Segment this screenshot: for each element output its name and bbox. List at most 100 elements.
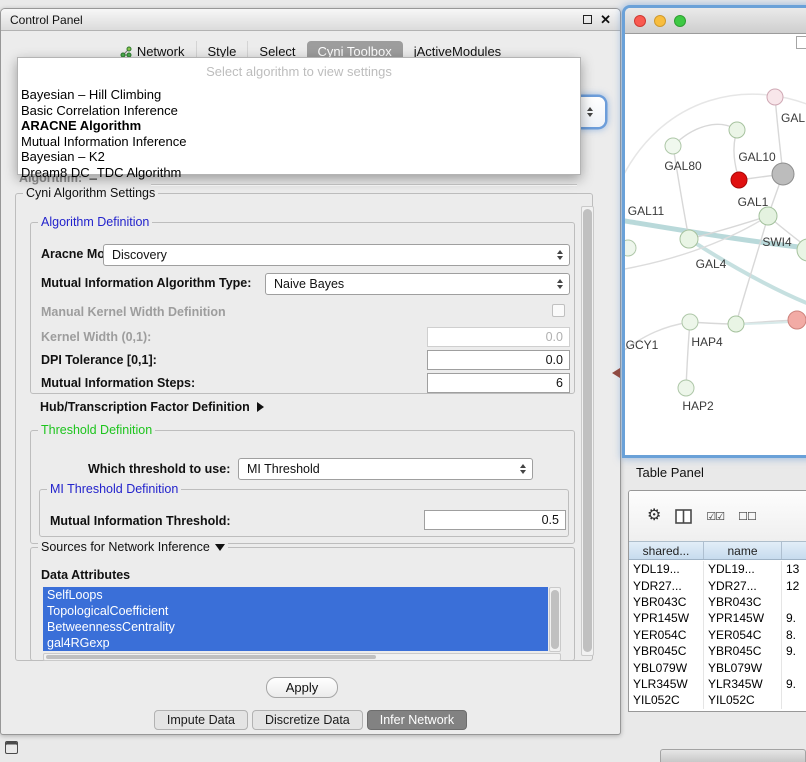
table-row[interactable]: YER054CYER054C8. bbox=[629, 627, 806, 643]
network-node[interactable] bbox=[680, 230, 698, 248]
network-edge[interactable] bbox=[686, 322, 690, 388]
table-row[interactable]: YBR045CYBR045C9. bbox=[629, 643, 806, 659]
table-panel-window: ⚙ ☑☑ ☐☐ shared... name YDL19...YDL19...1… bbox=[628, 490, 806, 712]
column-selector-icon[interactable] bbox=[675, 509, 692, 524]
network-view-window: GALGAL80GAL10GAL11GAL1SWI4GAL4GCY1HAP4HA… bbox=[625, 8, 806, 455]
network-node[interactable] bbox=[767, 89, 783, 105]
attribute-list-item[interactable]: gal4RGexp bbox=[43, 635, 548, 651]
manual-kernel-checkbox[interactable] bbox=[552, 304, 565, 317]
attributes-vertical-scrollbar[interactable] bbox=[549, 587, 561, 652]
algorithm-option[interactable]: ARACNE Algorithm bbox=[18, 118, 580, 134]
kernel-width-field[interactable]: 0.0 bbox=[427, 327, 570, 347]
network-edge[interactable] bbox=[775, 97, 783, 174]
algorithm-option[interactable]: Bayesian – Hill Climbing bbox=[18, 87, 580, 103]
column-header-extra[interactable] bbox=[782, 542, 806, 559]
settings-scrollbar[interactable] bbox=[581, 206, 594, 656]
attribute-list-item[interactable]: SelfLoops bbox=[43, 587, 548, 603]
desktop: Control Panel ✕ Network Style Select Cyn… bbox=[0, 0, 806, 762]
network-edge[interactable] bbox=[673, 124, 737, 146]
minimize-traffic-light[interactable] bbox=[654, 15, 666, 27]
dpi-tolerance-field[interactable]: 0.0 bbox=[427, 350, 570, 370]
network-node[interactable] bbox=[665, 138, 681, 154]
attributes-horizontal-scrollbar[interactable] bbox=[43, 653, 561, 661]
table-row[interactable]: YBR043CYBR043C bbox=[629, 594, 806, 610]
column-header-shared-name[interactable]: shared... bbox=[629, 542, 704, 559]
mi-algorithm-type-combobox[interactable]: Naive Bayes bbox=[265, 273, 570, 295]
tab-discretize-data[interactable]: Discretize Data bbox=[252, 710, 363, 730]
network-node-label: HAP2 bbox=[682, 399, 714, 413]
algorithm-dropdown-popup: Select algorithm to view settings Bayesi… bbox=[17, 57, 581, 175]
network-node[interactable] bbox=[788, 311, 806, 329]
hub-tf-section-toggle[interactable]: Hub/Transcription Factor Definition bbox=[40, 400, 264, 414]
table-cell: 13 bbox=[782, 561, 806, 577]
table-row[interactable]: YPR145WYPR145W9. bbox=[629, 610, 806, 626]
table-cell: YBR045C bbox=[629, 643, 704, 659]
canvas-scrollbar-button[interactable] bbox=[796, 36, 806, 49]
table-row[interactable]: YIL052CYIL052C bbox=[629, 692, 806, 708]
algorithm-option[interactable]: Mutual Information Inference bbox=[18, 134, 580, 150]
float-window-icon[interactable] bbox=[583, 15, 592, 24]
network-node[interactable] bbox=[625, 240, 636, 256]
algorithm-option[interactable]: Basic Correlation Inference bbox=[18, 103, 580, 119]
collapsed-panel-strip[interactable] bbox=[660, 749, 806, 762]
network-edge[interactable] bbox=[689, 239, 806, 310]
combobox-arrows-icon bbox=[587, 107, 593, 117]
network-node[interactable] bbox=[731, 172, 747, 188]
settings-gear-icon[interactable]: ⚙ bbox=[647, 508, 661, 524]
table-cell: YDL19... bbox=[629, 561, 704, 577]
control-panel-titlebar[interactable]: Control Panel ✕ bbox=[1, 9, 620, 31]
attribute-list-item[interactable]: BetweennessCentrality bbox=[43, 619, 548, 635]
tab-infer-network[interactable]: Infer Network bbox=[367, 710, 467, 730]
network-node[interactable] bbox=[759, 207, 777, 225]
network-node[interactable] bbox=[772, 163, 794, 185]
which-threshold-label: Which threshold to use: bbox=[88, 462, 230, 476]
table-row[interactable]: YLR345WYLR345W9. bbox=[629, 676, 806, 692]
table-row[interactable]: YBL079WYBL079W bbox=[629, 659, 806, 675]
field-value: 0.5 bbox=[542, 513, 559, 527]
table-cell: YER054C bbox=[704, 627, 782, 643]
tab-impute-data[interactable]: Impute Data bbox=[154, 710, 248, 730]
table-cell: YBR045C bbox=[704, 643, 782, 659]
table-cell: YDR27... bbox=[629, 577, 704, 593]
close-traffic-light[interactable] bbox=[634, 15, 646, 27]
select-all-icon[interactable]: ☑☑ bbox=[706, 510, 724, 523]
close-window-icon[interactable]: ✕ bbox=[600, 13, 611, 26]
data-attributes-label: Data Attributes bbox=[41, 568, 130, 582]
network-node[interactable] bbox=[678, 380, 694, 396]
table-cell: 9. bbox=[782, 610, 806, 626]
network-node[interactable] bbox=[682, 314, 698, 330]
table-cell bbox=[782, 594, 806, 610]
network-node-label: GCY1 bbox=[626, 338, 659, 352]
table-cell: YIL052C bbox=[629, 692, 704, 708]
attribute-list-item[interactable]: TopologicalCoefficient bbox=[43, 603, 548, 619]
collapsed-arrow-icon bbox=[257, 402, 264, 412]
mi-threshold-field[interactable]: 0.5 bbox=[424, 510, 566, 530]
table-panel-title: Table Panel bbox=[636, 465, 704, 480]
network-node[interactable] bbox=[797, 239, 806, 261]
table-cell: YBR043C bbox=[629, 594, 704, 610]
deselect-all-icon[interactable]: ☐☐ bbox=[738, 510, 756, 523]
apply-button[interactable]: Apply bbox=[266, 677, 338, 698]
network-node[interactable] bbox=[729, 122, 745, 138]
panel-splitter-handle[interactable] bbox=[612, 368, 620, 378]
algorithm-option[interactable]: Dream8 DC_TDC Algorithm bbox=[18, 165, 580, 181]
sources-group-title[interactable]: Sources for Network Inference bbox=[38, 540, 228, 554]
table-header-row: shared... name bbox=[629, 541, 806, 560]
table-row[interactable]: YDR27...YDR27...12 bbox=[629, 577, 806, 593]
aracne-mode-combobox[interactable]: Discovery bbox=[103, 244, 570, 266]
which-threshold-combobox[interactable]: MI Threshold bbox=[238, 458, 533, 480]
column-header-name[interactable]: name bbox=[704, 542, 782, 559]
sources-group: Sources for Network Inference Data Attri… bbox=[30, 547, 575, 661]
network-node[interactable] bbox=[728, 316, 744, 332]
field-value: 0.0 bbox=[546, 353, 563, 367]
network-canvas[interactable]: GALGAL80GAL10GAL11GAL1SWI4GAL4GCY1HAP4HA… bbox=[625, 34, 806, 455]
combobox-arrows-icon bbox=[557, 250, 563, 260]
table-row[interactable]: YDL19...YDL19...13 bbox=[629, 561, 806, 577]
algorithm-option[interactable]: Bayesian – K2 bbox=[18, 149, 580, 165]
zoom-traffic-light[interactable] bbox=[674, 15, 686, 27]
minimized-panel-icon[interactable] bbox=[5, 741, 18, 754]
network-window-titlebar[interactable] bbox=[625, 8, 806, 34]
table-cell: YBR043C bbox=[704, 594, 782, 610]
mi-steps-field[interactable]: 6 bbox=[427, 373, 570, 393]
bottom-tabbar: Impute Data Discretize Data Infer Networ… bbox=[1, 709, 620, 731]
